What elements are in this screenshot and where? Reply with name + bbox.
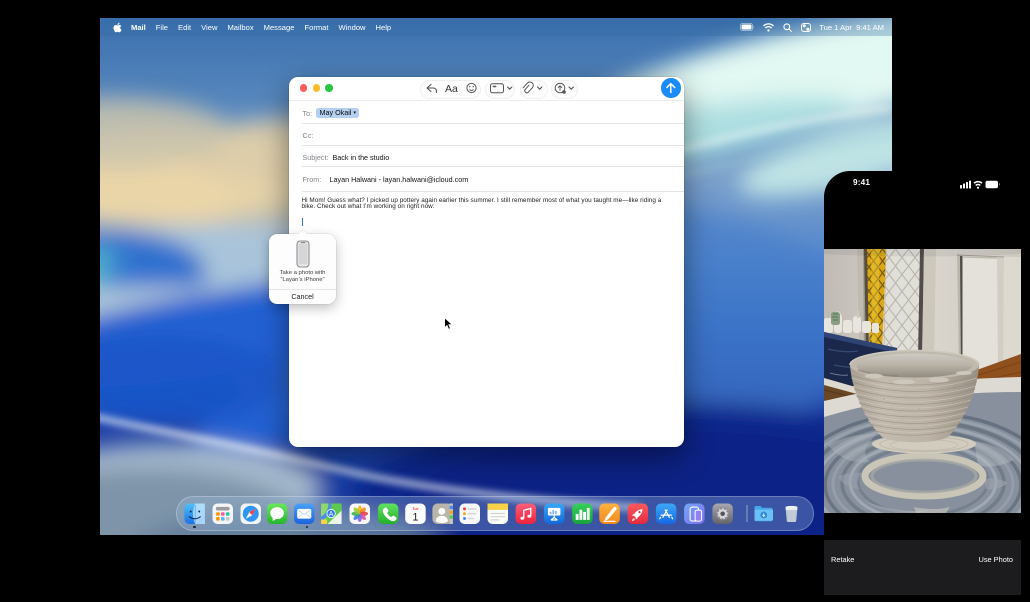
svg-text:Tue: Tue xyxy=(412,507,418,511)
svg-text:A: A xyxy=(329,511,334,518)
svg-text:Aa: Aa xyxy=(445,83,458,95)
svg-text:1: 1 xyxy=(412,511,418,523)
